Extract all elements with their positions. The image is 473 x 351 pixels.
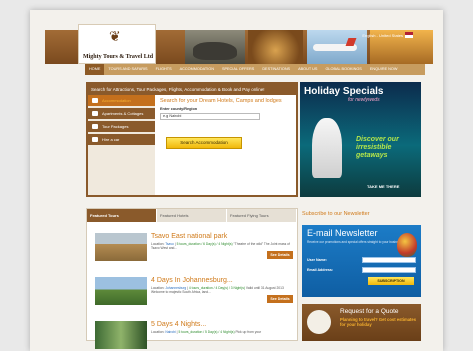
region-input[interactable]: e.g Nairobi: [160, 113, 260, 120]
take-me-there-link[interactable]: TAKE ME THERE: [367, 184, 399, 189]
tour-title[interactable]: Tsavo East national park: [151, 233, 227, 240]
tab-featured-hotels[interactable]: Featured Hotels: [157, 209, 227, 222]
nav-accommodation[interactable]: ACCOMMODATION: [176, 64, 218, 75]
tab-label: Apartments & Cottages: [102, 111, 144, 116]
tour-thumbnail[interactable]: [95, 277, 147, 305]
us-flag-icon[interactable]: [405, 32, 413, 38]
tab-featured-tours[interactable]: Featured Tours: [87, 209, 157, 222]
subscription-button[interactable]: SUBSCRIPTION: [368, 277, 414, 285]
region-label: Enter county/Region: [160, 107, 198, 111]
tab-hire-car[interactable]: Hire a car: [88, 134, 155, 145]
email-field[interactable]: [362, 267, 416, 273]
tour-title[interactable]: 4 Days In Johannesburg...: [151, 277, 233, 284]
list-item: Tsavo East national park Location: Tsavo…: [95, 233, 295, 265]
newsletter-heading: Subscribe to our Newsletter: [302, 211, 370, 217]
quote-text: Planning to travel? Get cost estimates f…: [340, 317, 417, 327]
logo-text: Mighty Tours & Travel Ltd: [82, 54, 154, 60]
search-tabs: Accommodation Apartments & Cottages Tour…: [88, 95, 155, 195]
plane-icon: [92, 124, 98, 129]
tour-duration: 5 tours_duration / 6 Day(s) / 4 Night(s): [176, 242, 233, 246]
nav-tours[interactable]: TOURS AND SAFARIS: [104, 64, 151, 75]
tab-label: Accommodation: [102, 98, 131, 103]
holiday-tagline: Discover our irresistible getaways: [356, 136, 399, 159]
main-nav: HOME TOURS AND SAFARIS FLIGHTS ACCOMMODA…: [85, 64, 425, 75]
hot-air-balloon-icon: [397, 233, 417, 257]
tab-featured-flying-tours[interactable]: Featured Flying Tours: [227, 209, 297, 222]
tour-location[interactable]: Nairobi: [165, 330, 175, 334]
nav-enquire[interactable]: ENQUIRE NOW: [366, 64, 402, 75]
nav-destinations[interactable]: DESTINATIONS: [258, 64, 294, 75]
eagle-icon: ❦: [109, 28, 121, 44]
document-pen-icon: [307, 310, 331, 334]
nav-home[interactable]: HOME: [85, 64, 105, 75]
holiday-specials-banner[interactable]: Holiday Specials for newlyweds Discover …: [300, 82, 421, 197]
email-label: Email Address:: [307, 268, 334, 272]
holiday-subtitle: for newlyweds: [348, 97, 380, 103]
house-icon: [92, 111, 98, 116]
tour-meta: Location: Tsavo | 5 tours_duration / 6 D…: [151, 242, 290, 250]
bed-icon: [92, 98, 98, 103]
search-form: Search for your Dream Hotels, Camps and …: [160, 98, 296, 120]
tour-meta: Location: Nairobi | 5 tours_duration / 5…: [151, 330, 262, 334]
newsletter-box: E-mail Newsletter Receive our promotions…: [302, 225, 421, 297]
tab-accommodation[interactable]: Accommodation: [88, 95, 155, 106]
featured-panel: Featured Tours Featured Hotels Featured …: [86, 208, 298, 349]
tour-title[interactable]: 5 Days 4 Nights...: [151, 321, 206, 328]
tour-thumbnail[interactable]: [95, 233, 147, 261]
nav-special-offers[interactable]: SPECIAL OFFERS: [218, 64, 258, 75]
tour-meta: Location: Johannesburg | 4 tours_duratio…: [151, 286, 284, 294]
search-accommodation-button[interactable]: Search Accommodation: [166, 137, 242, 149]
see-details-button[interactable]: See Details: [267, 295, 293, 303]
list-item: 5 Days 4 Nights... Location: Nairobi | 5…: [95, 321, 295, 351]
nav-flights[interactable]: FLIGHTS: [152, 64, 176, 75]
username-label: User Name:: [307, 258, 327, 262]
newsletter-title: E-mail Newsletter: [307, 228, 378, 238]
featured-tabs: Featured Tours Featured Hotels Featured …: [87, 209, 297, 222]
search-title: Search for your Dream Hotels, Camps and …: [160, 98, 282, 104]
car-icon: [92, 137, 98, 142]
tab-apartments[interactable]: Apartments & Cottages: [88, 108, 155, 119]
see-details-button[interactable]: See Details: [267, 251, 293, 259]
nav-about[interactable]: ABOUT US: [294, 64, 321, 75]
search-headline: Search for Attractions, Tour Packages, F…: [88, 84, 296, 95]
list-item: 4 Days In Johannesburg... Location: Joha…: [95, 277, 295, 309]
location-label: Location:: [151, 330, 165, 334]
quote-title: Request for a Quote: [340, 308, 399, 315]
username-field[interactable]: [362, 257, 416, 263]
lion-photo: [248, 30, 303, 64]
tour-desc: Pick up from your: [235, 330, 262, 334]
tab-tour-packages[interactable]: Tour Packages: [88, 121, 155, 132]
tour-thumbnail[interactable]: [95, 321, 147, 349]
language-selector[interactable]: English - United States: [362, 33, 403, 38]
tour-duration: 5 tours_duration / 5 Day(s) / 4 Night(s): [178, 330, 235, 334]
nav-global-bookings[interactable]: GLOBAL BOOKINGS: [321, 64, 365, 75]
request-quote-banner[interactable]: Request for a Quote Planning to travel? …: [302, 304, 421, 341]
holiday-title: Holiday Specials: [304, 86, 384, 97]
tab-label: Tour Packages: [102, 124, 129, 129]
site-logo[interactable]: ❦ Mighty Tours & Travel Ltd: [78, 24, 156, 64]
rhino-silhouette: [193, 42, 237, 60]
wedding-couple-image: [312, 118, 342, 178]
tab-label: Hire a car: [102, 137, 120, 142]
